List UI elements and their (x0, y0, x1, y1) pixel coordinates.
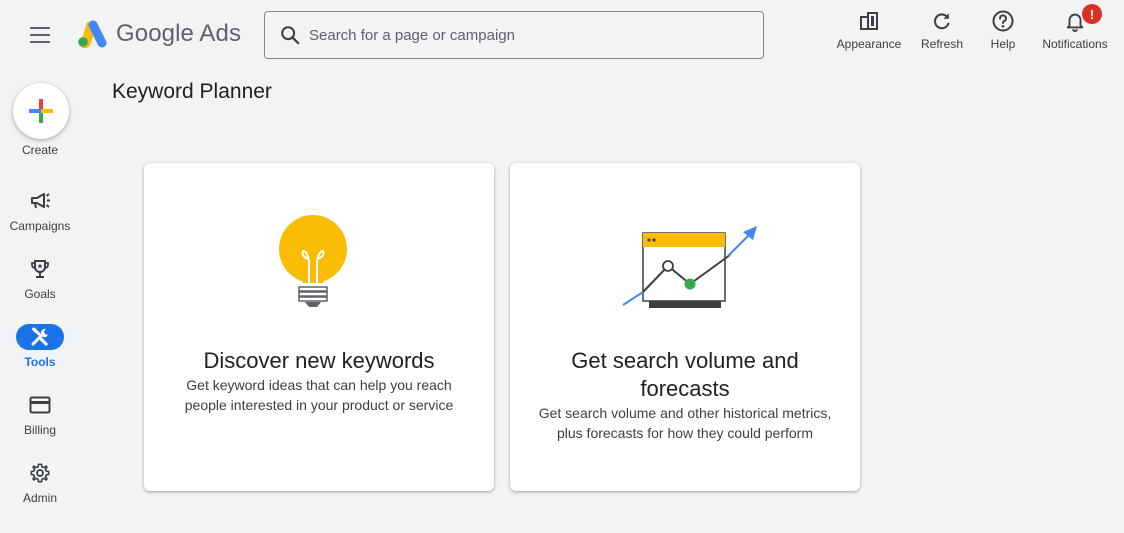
search-input[interactable] (309, 26, 729, 44)
create-button[interactable] (13, 83, 69, 139)
card-description: Get keyword ideas that can help you reac… (184, 377, 454, 413)
megaphone-icon (16, 188, 64, 214)
menu-line (30, 27, 50, 29)
sidebar-item-billing[interactable]: Billing (0, 392, 80, 437)
trophy-icon (16, 256, 64, 282)
create-label: Create (21, 143, 59, 157)
sidebar-item-goals[interactable]: Goals (0, 256, 80, 301)
notifications-label: Notifications (1042, 37, 1108, 51)
sidebar-item-label: Campaigns (9, 219, 71, 233)
top-actions: Appearance Refresh Help ! Notifications (830, 4, 1116, 51)
sidebar-item-label: Billing (23, 423, 56, 437)
appearance-label: Appearance (836, 37, 902, 51)
appearance-icon (856, 8, 882, 34)
menu-line (30, 41, 50, 43)
menu-line (30, 34, 50, 36)
refresh-button[interactable]: Refresh (912, 8, 972, 51)
brand-name: Google Ads (116, 20, 242, 47)
tools-icon (16, 324, 64, 350)
help-label: Help (990, 37, 1016, 51)
sidebar-item-label: Admin (22, 491, 57, 505)
google-ads-logo-icon (78, 20, 107, 48)
brand[interactable]: Google Ads (76, 20, 241, 48)
forecast-chart-icon (510, 211, 860, 321)
plus-icon (29, 99, 53, 123)
sidebar-item-tools[interactable]: Tools (0, 324, 80, 369)
card-title: Discover new keywords (203, 348, 435, 373)
appearance-button[interactable]: Appearance (830, 8, 908, 51)
credit-card-icon (16, 392, 64, 418)
sidebar-item-label: Goals (24, 287, 56, 301)
help-button[interactable]: Help (972, 8, 1034, 51)
search-volume-forecasts-card[interactable]: Get search volume and forecasts Get sear… (510, 163, 860, 491)
search-box[interactable] (264, 11, 764, 59)
sidebar-item-label: Tools (24, 355, 56, 369)
gear-icon (16, 460, 64, 486)
search-icon (281, 26, 300, 45)
card-title: Get search volume and forecasts (571, 348, 799, 401)
main-menu-button[interactable] (26, 22, 54, 48)
lightbulb-icon (144, 211, 494, 321)
help-icon (990, 8, 1016, 34)
notification-badge: ! (1082, 4, 1102, 24)
discover-keywords-card[interactable]: Discover new keywords Get keyword ideas … (144, 163, 494, 491)
refresh-icon (929, 8, 955, 34)
notifications-button[interactable]: ! Notifications (1034, 4, 1116, 51)
refresh-label: Refresh (920, 37, 964, 51)
page-title: Keyword Planner (112, 80, 272, 103)
card-description: Get search volume and other historical m… (538, 405, 832, 441)
sidebar-item-campaigns[interactable]: Campaigns (0, 188, 80, 233)
sidebar-item-admin[interactable]: Admin (0, 460, 80, 505)
top-bar: Google Ads Appearance (0, 0, 1124, 70)
